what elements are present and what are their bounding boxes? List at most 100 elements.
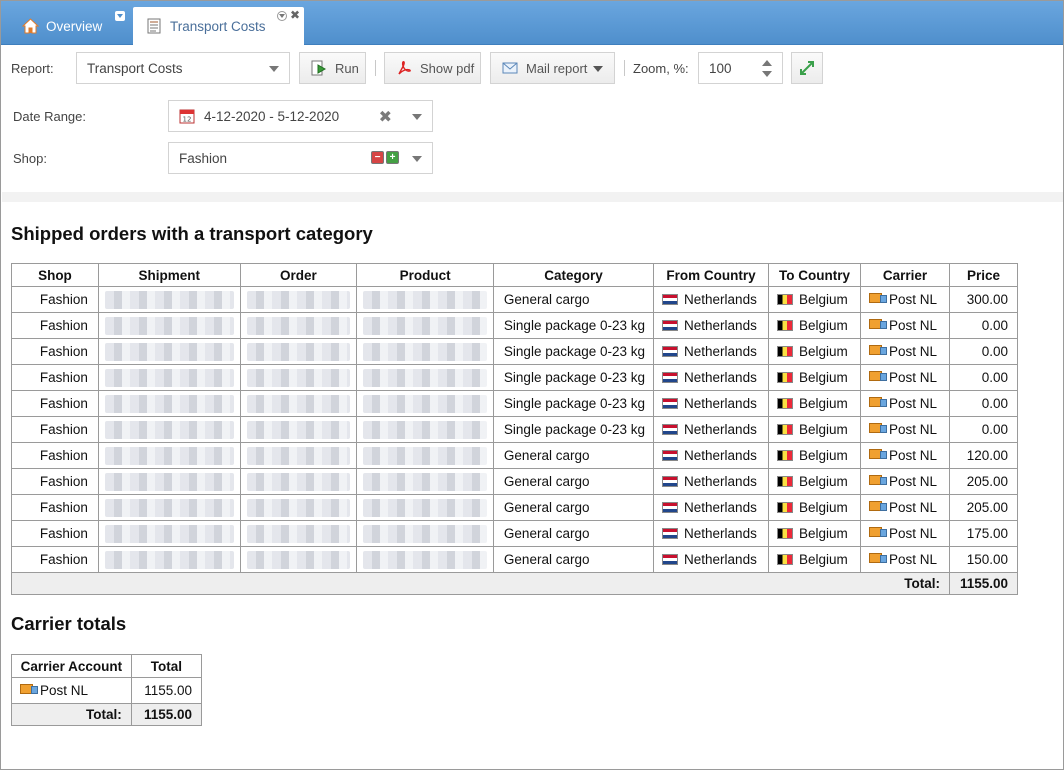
- from-country-text: Netherlands: [684, 474, 757, 489]
- netherlands-flag-icon: [662, 528, 679, 539]
- product-cell-redacted: [356, 442, 494, 469]
- to-country-cell: Belgium: [768, 312, 861, 339]
- fullscreen-button[interactable]: [791, 52, 823, 84]
- chevron-down-icon: [412, 156, 422, 162]
- carrier-text: Post NL: [888, 500, 938, 515]
- tab-overview[interactable]: Overview: [1, 7, 131, 45]
- zoom-label: Zoom, %:: [633, 61, 689, 76]
- shipment-cell-redacted: [97, 468, 241, 495]
- shop-cell: Fashion: [11, 468, 99, 495]
- shop-cell: Fashion: [11, 442, 99, 469]
- netherlands-flag-icon: [662, 398, 679, 409]
- report-label: Report:: [11, 61, 54, 76]
- spin-up-icon[interactable]: [762, 60, 772, 66]
- carrier-cell: Post NL: [859, 442, 950, 469]
- column-header: Price: [948, 263, 1019, 287]
- shipment-cell-redacted: [97, 520, 241, 547]
- truck-icon: [868, 500, 887, 513]
- from-country-cell: Netherlands: [653, 338, 770, 365]
- total-label: Total:: [11, 703, 132, 726]
- carrier-text: Post NL: [888, 552, 938, 567]
- run-button[interactable]: Run: [299, 52, 366, 84]
- order-cell-redacted: [239, 442, 358, 469]
- from-country-text: Netherlands: [684, 526, 757, 541]
- carrier-cell: Post NL: [859, 390, 950, 417]
- price-cell: 150.00: [948, 546, 1019, 573]
- to-country-cell: Belgium: [768, 390, 861, 417]
- show-pdf-button-label: Show pdf: [420, 60, 475, 76]
- netherlands-flag-icon: [662, 476, 679, 487]
- remove-icon[interactable]: −: [371, 151, 384, 164]
- tab-menu-icon[interactable]: [115, 11, 125, 21]
- pdf-icon: [395, 59, 413, 77]
- shipped-orders-table: Shop Shipment Order Product Category Fro…: [11, 263, 1019, 595]
- order-cell-redacted: [239, 494, 358, 521]
- category-cell: General cargo: [492, 494, 655, 521]
- to-country-cell: Belgium: [768, 286, 861, 313]
- redacted-block: [246, 472, 351, 491]
- tab-transport-costs-label: Transport Costs: [170, 18, 266, 34]
- redacted-block: [363, 524, 487, 543]
- category-cell: General cargo: [492, 520, 655, 547]
- netherlands-flag-icon: [662, 554, 679, 565]
- to-country-text: Belgium: [799, 396, 848, 411]
- carrier-text: Post NL: [888, 370, 938, 385]
- report-select[interactable]: Transport Costs: [76, 52, 290, 84]
- table-row: Fashion Single package 0-23 kg Netherlands…: [11, 364, 1019, 391]
- product-cell-redacted: [356, 286, 494, 313]
- shipment-cell-redacted: [97, 442, 241, 469]
- from-country-text: Netherlands: [684, 344, 757, 359]
- from-country-text: Netherlands: [684, 500, 757, 515]
- price-cell: 0.00: [948, 390, 1019, 417]
- shop-cell: Fashion: [11, 338, 99, 365]
- table-row: Fashion General cargo Netherlands Belgium Po…: [11, 520, 1019, 547]
- to-country-text: Belgium: [799, 344, 848, 359]
- shipment-cell-redacted: [97, 338, 241, 365]
- from-country-cell: Netherlands: [653, 546, 770, 573]
- order-cell-redacted: [239, 416, 358, 443]
- carrier-text: Post NL: [888, 526, 938, 541]
- mail-report-button-label: Mail report: [526, 60, 588, 76]
- to-country-cell: Belgium: [768, 494, 861, 521]
- spin-down-icon[interactable]: [762, 71, 772, 77]
- redacted-block: [363, 290, 487, 309]
- redacted-block: [363, 342, 487, 361]
- truck-icon: [868, 552, 887, 565]
- tab-bar: Overview Transport Costs ✖: [1, 1, 1063, 45]
- shop-select[interactable]: Fashion − +: [168, 142, 433, 174]
- from-country-cell: Netherlands: [653, 390, 770, 417]
- to-country-cell: Belgium: [768, 416, 861, 443]
- belgium-flag-icon: [777, 372, 794, 383]
- shipment-cell-redacted: [97, 416, 241, 443]
- date-range-picker[interactable]: 12 4-12-2020 - 5-12-2020 ✖: [168, 100, 433, 132]
- tab-transport-costs[interactable]: Transport Costs ✖: [133, 7, 304, 45]
- add-icon[interactable]: +: [386, 151, 399, 164]
- shipped-orders-title: Shipped orders with a transport category: [11, 223, 373, 244]
- carrier-text: Post NL: [888, 344, 938, 359]
- show-pdf-button[interactable]: Show pdf: [384, 52, 481, 84]
- section-divider: [2, 192, 1063, 202]
- tab-menu-icon[interactable]: [277, 11, 287, 21]
- zoom-stepper[interactable]: 100: [698, 52, 783, 84]
- close-icon[interactable]: ✖: [290, 9, 300, 21]
- price-cell: 0.00: [948, 364, 1019, 391]
- mail-report-button[interactable]: Mail report: [490, 52, 615, 84]
- to-country-text: Belgium: [799, 474, 848, 489]
- table-row: Fashion Single package 0-23 kg Netherlands…: [11, 338, 1019, 365]
- truck-icon: [868, 526, 887, 539]
- product-cell-redacted: [356, 312, 494, 339]
- truck-icon: [868, 370, 887, 383]
- column-header: Shop: [11, 263, 99, 287]
- shop-cell: Fashion: [11, 390, 99, 417]
- redacted-block: [246, 446, 351, 465]
- date-range-label: Date Range:: [13, 109, 86, 124]
- clear-icon[interactable]: ✖: [379, 107, 392, 127]
- from-country-cell: Netherlands: [653, 312, 770, 339]
- belgium-flag-icon: [777, 554, 794, 565]
- table-row: Fashion Single package 0-23 kg Netherlands…: [11, 312, 1019, 339]
- category-cell: Single package 0-23 kg: [492, 416, 655, 443]
- carrier-cell: Post NL: [859, 286, 950, 313]
- redacted-block: [246, 394, 351, 413]
- to-country-text: Belgium: [799, 448, 848, 463]
- shipment-cell-redacted: [97, 546, 241, 573]
